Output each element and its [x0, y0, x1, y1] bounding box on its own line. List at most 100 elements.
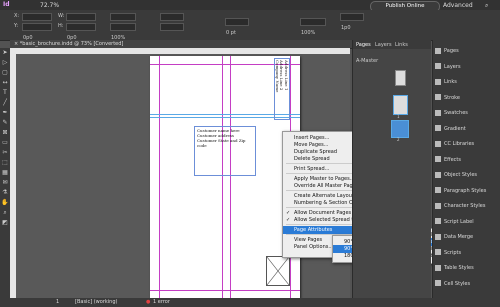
panel-dock-item[interactable]: Pages: [435, 46, 499, 56]
panel-dock-label: Scripts: [444, 249, 462, 256]
note-tool-icon[interactable]: ✉: [0, 178, 10, 188]
panel-icon: [435, 156, 441, 162]
search-icon[interactable]: ⌕: [485, 2, 488, 10]
document-tab-title: *basic_brochure.indd @ 73% [Converted]: [19, 41, 124, 47]
stroke-weight-field[interactable]: 0 pt: [225, 18, 249, 36]
rotation-field[interactable]: [160, 13, 184, 21]
panel-dock-item[interactable]: Table Styles: [435, 263, 499, 273]
workspace-switcher[interactable]: Advanced: [443, 2, 473, 9]
panel-dock-label: Links: [444, 79, 457, 85]
y-label: Y:: [14, 23, 19, 29]
panel-icon: [435, 63, 441, 69]
panel-dock-item[interactable]: Swatches: [435, 108, 499, 118]
panel-dock-item[interactable]: Cell Styles: [435, 279, 499, 289]
panel-dock-label: Script Label: [444, 218, 474, 225]
panel-dock-item[interactable]: Paragraph Styles: [435, 186, 499, 196]
zoom-tool-icon[interactable]: ⌕: [0, 208, 10, 218]
rectangle-tool-icon[interactable]: ▭: [0, 138, 10, 148]
panel-dock-item[interactable]: Data Merge: [435, 232, 499, 242]
panel-dock-label: Paragraph Styles: [444, 187, 487, 194]
customer-text-frame[interactable]: Customer name here Customer address Cust…: [194, 126, 256, 176]
panel-dock-item[interactable]: Links: [435, 77, 499, 87]
page-thumbnail[interactable]: [391, 120, 409, 138]
margin-guide: [150, 290, 300, 291]
y-field[interactable]: 0p0: [22, 23, 52, 41]
page-thumbnail[interactable]: [393, 95, 408, 115]
panel-dock-item[interactable]: Script Label: [435, 217, 499, 227]
panel-dock-item[interactable]: Character Styles: [435, 201, 499, 211]
tab-pages[interactable]: Pages: [356, 42, 371, 48]
address-line: Address Line 1: [284, 60, 289, 91]
panel-dock-item[interactable]: Effects: [435, 155, 499, 165]
menu-item-label: Panel Options...: [294, 244, 334, 250]
checkmark-icon: ✓: [286, 217, 291, 223]
w-field[interactable]: 0p0: [66, 13, 96, 31]
frame-tool-icon[interactable]: ⊠: [0, 128, 10, 138]
type-tool-icon[interactable]: T: [0, 88, 10, 98]
panel-icon: [435, 218, 441, 224]
panel-icon: [435, 249, 441, 255]
panel-dock-label: Effects: [444, 156, 461, 163]
tab-layers[interactable]: Layers: [375, 42, 392, 48]
panel-icon: [435, 47, 441, 54]
scale-x-field[interactable]: 100%: [110, 13, 136, 31]
panel-dock-label: Table Styles: [444, 265, 474, 271]
page-thumbnail[interactable]: [395, 70, 406, 86]
panel-icon: [435, 109, 441, 116]
opacity-field[interactable]: 100%: [300, 18, 326, 36]
tab-links[interactable]: Links: [395, 42, 408, 48]
panel-dock-label: Pages: [444, 48, 459, 54]
transform-tool-icon[interactable]: ⬚: [0, 158, 10, 168]
pencil-tool-icon[interactable]: ✎: [0, 118, 10, 128]
master-page-label[interactable]: A-Master: [356, 58, 378, 64]
placeholder-cross-icon: [267, 257, 289, 285]
column-guide: [222, 56, 223, 298]
gradient-tool-icon[interactable]: ▦: [0, 168, 10, 178]
panel-dock-item[interactable]: Stroke: [435, 93, 499, 103]
panel-icon: [435, 187, 441, 193]
rotated-text-frame[interactable]: Address Line 1 Address Line 2 Company Na…: [274, 58, 290, 120]
panel-icon: [435, 233, 441, 240]
scale-y-field[interactable]: 100%: [110, 23, 136, 41]
panel-icon: [435, 140, 441, 147]
panel-icon: [435, 171, 441, 178]
direct-selection-tool-icon[interactable]: ▷: [0, 58, 10, 68]
shear-field[interactable]: [160, 23, 184, 31]
page-number: 1: [397, 114, 400, 119]
panel-dock-item[interactable]: Scripts: [435, 248, 499, 258]
fill-stroke-icon[interactable]: ◩: [0, 218, 10, 228]
selection-tool-icon[interactable]: ➤: [0, 48, 10, 58]
panel-dock-label: Object Styles: [444, 172, 478, 178]
page-number-field[interactable]: 1: [56, 298, 59, 307]
eyedropper-tool-icon[interactable]: ⚗: [0, 188, 10, 198]
line-tool-icon[interactable]: ╱: [0, 98, 10, 108]
panel-dock-item[interactable]: Gradient: [435, 124, 499, 134]
panel-dock-label: Cell Styles: [444, 280, 471, 287]
hand-tool-icon[interactable]: ✋: [0, 198, 10, 208]
pen-tool-icon[interactable]: ✒: [0, 108, 10, 118]
panel-icon: [435, 264, 441, 271]
zoom-level[interactable]: 72.7%: [40, 2, 59, 9]
app-logo: Id: [3, 1, 10, 8]
close-icon[interactable]: ×: [10, 41, 18, 47]
panel-icon: [435, 280, 441, 286]
panel-dock-item[interactable]: Layers: [435, 62, 499, 72]
document-page[interactable]: Address Line 1 Address Line 2 Company Na…: [150, 56, 300, 298]
effect-size-field[interactable]: 1p0: [340, 13, 364, 31]
panel-icon: [435, 202, 441, 209]
panel-dock-item[interactable]: CC Libraries: [435, 139, 499, 149]
h-field[interactable]: 0p0: [66, 23, 96, 41]
control-bar: X: 11p0 Y: 0p0 W: 0p0 H: 0p0 100% 100% 0…: [0, 10, 500, 41]
address-line: Company Name: [275, 60, 280, 93]
panel-dock-label: Data Merge: [444, 234, 474, 240]
gap-tool-icon[interactable]: ↔: [0, 78, 10, 88]
x-field[interactable]: 11p0: [22, 13, 52, 31]
panel-dock-item[interactable]: Object Styles: [435, 170, 499, 180]
page-tool-icon[interactable]: ▢: [0, 68, 10, 78]
status-bar: 1 [Basic] (working) ● 1 error: [0, 298, 500, 307]
menu-item-label: Print Spread...: [294, 166, 330, 172]
panel-dock-label: Character Styles: [444, 203, 486, 209]
scissors-tool-icon[interactable]: ✂: [0, 148, 10, 158]
image-frame-placeholder[interactable]: [266, 256, 290, 286]
preflight-status[interactable]: 1 error: [153, 298, 170, 307]
